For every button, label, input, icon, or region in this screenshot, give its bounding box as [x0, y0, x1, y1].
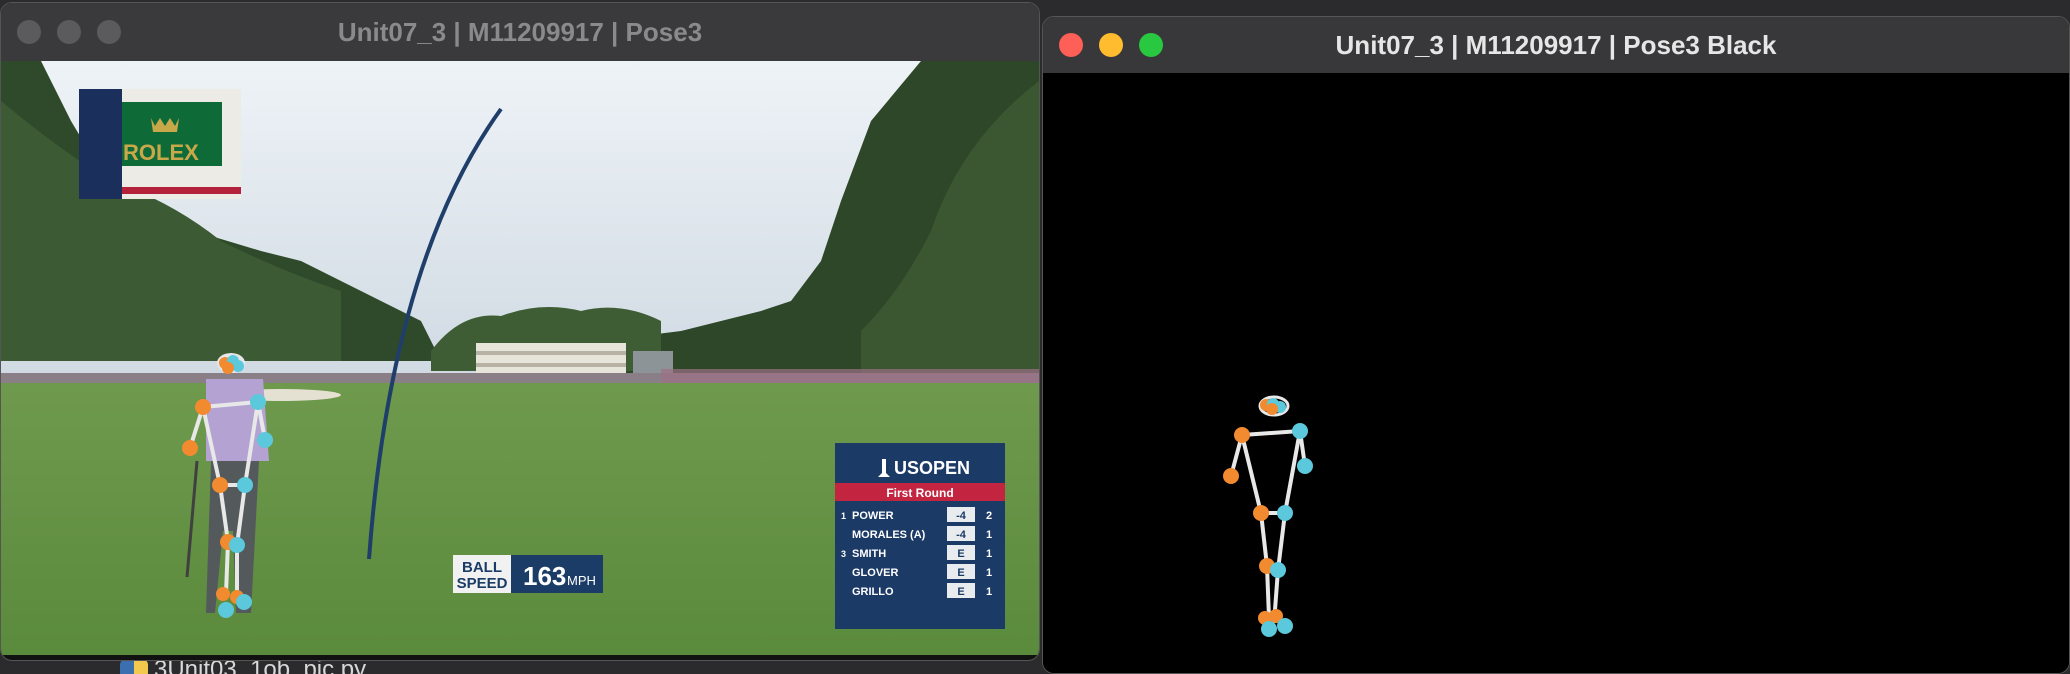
leaderboard-row-thru: 1 — [986, 548, 992, 560]
ball-speed-label-line2: SPEED — [457, 575, 508, 592]
leaderboard-row-thru: 1 — [986, 529, 992, 541]
minimize-button[interactable] — [1099, 33, 1123, 57]
left-window-title: Unit07_3 | M11209917 | Pose3 — [337, 16, 703, 47]
sponsor-logo-text: ROLEX — [123, 140, 199, 165]
maximize-button[interactable] — [97, 20, 121, 44]
left-window-titlebar[interactable]: Unit07_3 | M11209917 | Pose3 — [1, 3, 1039, 61]
leaderboard-row-score: E — [957, 567, 964, 579]
leaderboard-row-score: -4 — [956, 510, 967, 522]
pose-video-window[interactable]: Unit07_3 | M11209917 | Pose3 ROLEX BALL … — [0, 2, 1040, 661]
close-button[interactable] — [1059, 33, 1083, 57]
leaderboard-row-pos: 1 — [841, 511, 846, 521]
rolex-logo: ROLEX — [79, 89, 241, 199]
left-window-controls — [17, 3, 121, 61]
python-file-icon — [120, 659, 148, 674]
video-frame: ROLEX BALL SPEED 163 MPH USOPEN First Ro… — [1, 61, 1039, 660]
black-canvas — [1043, 73, 2069, 673]
leaderboard-row-score: E — [957, 548, 964, 560]
leaderboard-row-thru: 1 — [986, 586, 992, 598]
ball-speed-label-line1: BALL — [462, 559, 502, 576]
skeleton-canvas — [1043, 73, 2069, 673]
leaderboard-row-name: SMITH — [852, 548, 886, 560]
golf-broadcast-frame: ROLEX BALL SPEED 163 MPH USOPEN First Ro… — [1, 61, 1039, 660]
leaderboard: USOPEN First Round 1 POWER -4 2 MORALES (A) -… — [835, 443, 1005, 629]
ball-speed-unit: MPH — [567, 573, 596, 588]
leaderboard-row-score: -4 — [956, 529, 967, 541]
leaderboard-event: USOPEN — [894, 458, 970, 478]
leaderboard-row-name: POWER — [852, 510, 894, 522]
right-window-controls — [1059, 17, 1163, 73]
leaderboard-row-name: GLOVER — [852, 567, 899, 579]
leaderboard-row-thru: 2 — [986, 510, 992, 522]
right-window-titlebar[interactable]: Unit07_3 | M11209917 | Pose3 Black — [1043, 17, 2069, 73]
leaderboard-row-name: MORALES (A) — [852, 529, 926, 541]
leaderboard-row-pos: 3 — [841, 549, 846, 559]
right-window-title: Unit07_3 | M11209917 | Pose3 Black — [1335, 29, 1777, 60]
leaderboard-round: First Round — [886, 486, 953, 500]
desktop: 3Unit03_1ob_pic.py Unit07_3 | M11209917 … — [0, 0, 2070, 674]
maximize-button[interactable] — [1139, 33, 1163, 57]
minimize-button[interactable] — [57, 20, 81, 44]
ball-speed-value: 163 — [523, 561, 566, 591]
pose-black-window[interactable]: Unit07_3 | M11209917 | Pose3 Black — [1042, 16, 2070, 674]
gallery-crowd-right — [661, 369, 1039, 383]
leaderboard-row-thru: 1 — [986, 567, 992, 579]
ball-speed-graphic: BALL SPEED 163 MPH — [453, 555, 603, 593]
close-button[interactable] — [17, 20, 41, 44]
leaderboard-row-name: GRILLO — [852, 586, 894, 598]
leaderboard-row-score: E — [957, 586, 964, 598]
